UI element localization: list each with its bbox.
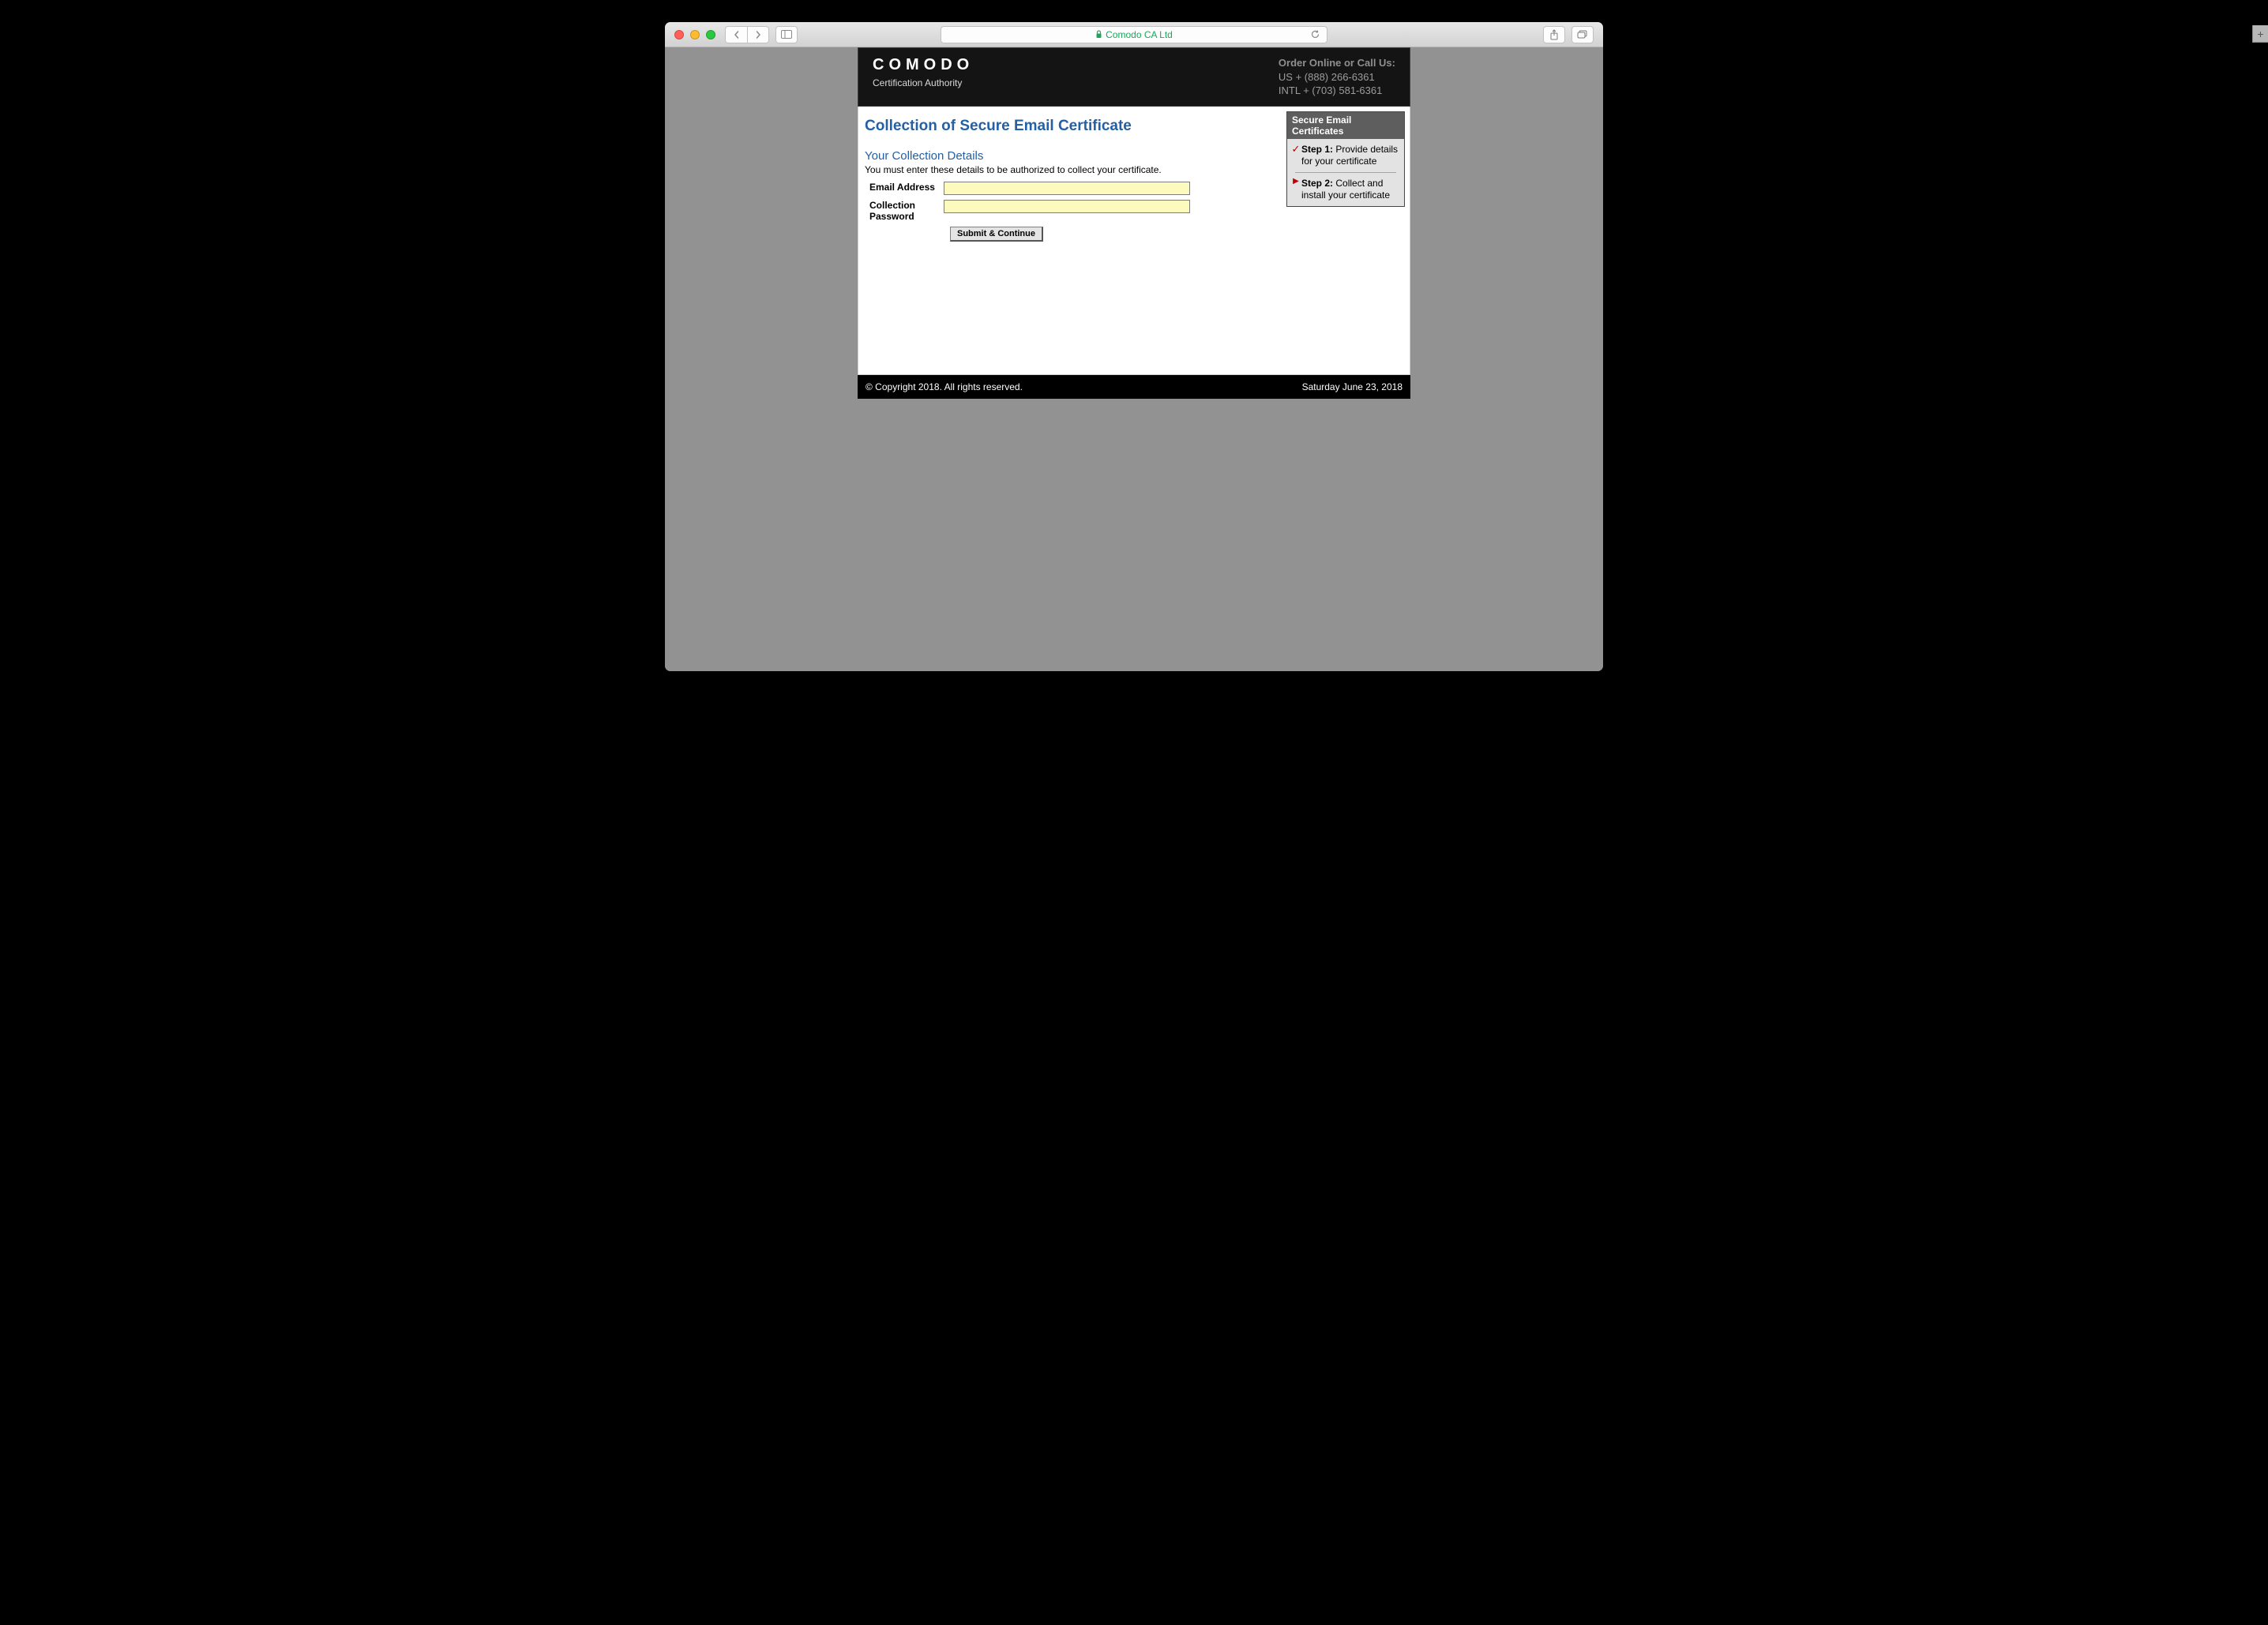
- chevron-left-icon: [733, 31, 741, 39]
- instruction-text: You must enter these details to be autho…: [865, 164, 1275, 175]
- forward-button[interactable]: [747, 26, 769, 43]
- steps-panel: Secure Email Certificates ✓ Step 1: Prov…: [1286, 111, 1405, 207]
- sidebar-icon: [781, 30, 792, 39]
- arrow-right-icon: ▶: [1290, 178, 1301, 186]
- step-2-label: Step 2:: [1301, 178, 1333, 189]
- step-1: ✓ Step 1: Provide details for your certi…: [1287, 139, 1404, 172]
- footer-copyright: © Copyright 2018. All rights reserved.: [866, 381, 1023, 392]
- window-titlebar: Comodo CA Ltd: [665, 22, 1603, 47]
- window-controls: [674, 30, 715, 39]
- step-2-text: Step 2: Collect and install your certifi…: [1301, 178, 1399, 201]
- submit-row: Submit & Continue: [865, 227, 1275, 242]
- brand-block: COMODO Certification Authority: [873, 56, 974, 88]
- reload-icon: [1310, 29, 1320, 39]
- password-label: Collection Password: [865, 200, 944, 222]
- checkmark-icon: ✓: [1290, 144, 1301, 154]
- back-button[interactable]: [725, 26, 747, 43]
- page-viewport: COMODO Certification Authority Order Onl…: [665, 47, 1603, 671]
- email-label: Email Address: [865, 182, 944, 193]
- section-title: Your Collection Details: [865, 149, 1275, 163]
- share-icon: [1549, 29, 1559, 40]
- share-button[interactable]: [1543, 26, 1565, 43]
- contact-info: Order Online or Call Us: US + (888) 266-…: [1279, 56, 1395, 98]
- tabs-icon: [1577, 30, 1588, 39]
- site-footer: © Copyright 2018. All rights reserved. S…: [858, 375, 1410, 399]
- steps-title: Secure Email Certificates: [1287, 112, 1404, 139]
- footer-date: Saturday June 23, 2018: [1302, 381, 1402, 392]
- close-window-button[interactable]: [674, 30, 684, 39]
- zoom-window-button[interactable]: [706, 30, 715, 39]
- contact-intl-phone: INTL + (703) 581-6361: [1279, 84, 1395, 98]
- contact-us-phone: US + (888) 266-6361: [1279, 70, 1395, 84]
- steps-column: Secure Email Certificates ✓ Step 1: Prov…: [1286, 111, 1405, 207]
- chevron-right-icon: [754, 31, 762, 39]
- reload-button[interactable]: [1310, 29, 1320, 39]
- brand-logo-text: COMODO: [873, 56, 974, 74]
- browser-window: Comodo CA Ltd +: [665, 22, 1603, 671]
- page-container: COMODO Certification Authority Order Onl…: [858, 47, 1410, 399]
- show-tabs-button[interactable]: [1571, 26, 1594, 43]
- nav-button-group: [725, 26, 769, 43]
- email-input[interactable]: [944, 182, 1190, 195]
- step-1-text: Step 1: Provide details for your certifi…: [1301, 144, 1399, 167]
- step-2: ▶ Step 2: Collect and install your certi…: [1287, 173, 1404, 206]
- password-input[interactable]: [944, 200, 1190, 213]
- brand-tagline: Certification Authority: [873, 77, 974, 88]
- page-body: Collection of Secure Email Certificate Y…: [858, 107, 1410, 375]
- submit-button[interactable]: Submit & Continue: [950, 227, 1043, 242]
- url-host: Comodo CA Ltd: [1106, 29, 1173, 40]
- toolbar-right: [1543, 26, 1594, 43]
- address-bar[interactable]: Comodo CA Ltd: [941, 26, 1327, 43]
- show-sidebar-button[interactable]: [775, 26, 798, 43]
- page-title: Collection of Secure Email Certificate: [865, 118, 1275, 135]
- step-1-label: Step 1:: [1301, 144, 1333, 155]
- main-column: Collection of Secure Email Certificate Y…: [863, 111, 1282, 248]
- email-row: Email Address: [865, 182, 1275, 195]
- site-header: COMODO Certification Authority Order Onl…: [858, 47, 1410, 107]
- lock-icon: [1095, 30, 1102, 39]
- contact-title: Order Online or Call Us:: [1279, 56, 1395, 70]
- minimize-window-button[interactable]: [690, 30, 700, 39]
- password-row: Collection Password: [865, 200, 1275, 222]
